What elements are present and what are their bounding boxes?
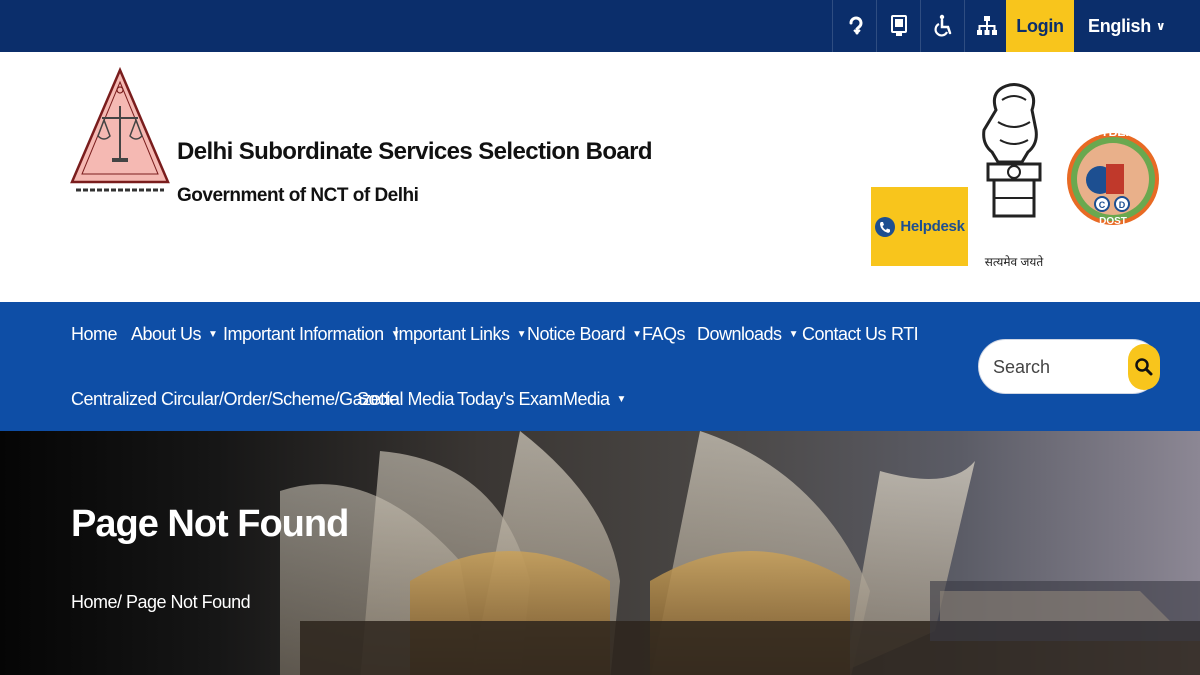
- search-icon: [1135, 358, 1153, 376]
- login-button[interactable]: Login: [1006, 0, 1074, 52]
- nav-item-contact-us[interactable]: Contact Us: [802, 324, 887, 345]
- top-utility-bar: Login English ∨: [0, 0, 1200, 52]
- organization-subtitle: Government of NCT of Delhi: [177, 185, 419, 206]
- cyber-logo-bottom-text: DOST: [1099, 216, 1127, 227]
- breadcrumb: Home/ Page Not Found: [71, 592, 251, 612]
- nav-item-label: Media: [563, 389, 610, 409]
- nav-item-media[interactable]: Media ▼: [563, 389, 626, 410]
- caret-down-icon: ▼: [788, 329, 799, 340]
- language-selector[interactable]: English ∨: [1076, 0, 1200, 52]
- nav-item-label: Downloads: [697, 324, 782, 344]
- nav-item-centralized-circular[interactable]: Centralized Circular/Order/Scheme/Gazett…: [71, 389, 399, 410]
- national-emblem: [982, 83, 1042, 218]
- nav-item-home[interactable]: Home: [71, 324, 118, 345]
- dsssb-logo[interactable]: [68, 66, 172, 196]
- svg-text:C: C: [1099, 200, 1106, 210]
- nav-item-label: Today's Exam: [457, 389, 563, 409]
- accessibility-button[interactable]: [920, 0, 964, 52]
- nav-item-label: Important Information: [223, 324, 384, 344]
- nav-item-label: Social Media: [357, 389, 455, 409]
- sitemap-button[interactable]: [964, 0, 1008, 52]
- helpdesk-banner[interactable]: Helpdesk: [871, 187, 968, 266]
- language-label: English: [1088, 15, 1151, 36]
- nav-item-faqs[interactable]: FAQs: [642, 324, 686, 345]
- nav-item-notice-board[interactable]: Notice Board ▼: [527, 324, 642, 345]
- caret-down-icon: ▼: [516, 329, 527, 340]
- chevron-down-icon: ∨: [1155, 19, 1166, 33]
- phone-icon: [875, 216, 896, 237]
- svg-text:D: D: [1119, 200, 1126, 210]
- screen-reader-button[interactable]: [832, 0, 876, 52]
- nav-item-important-links[interactable]: Important Links ▼: [394, 324, 526, 345]
- text-size-button[interactable]: [876, 0, 920, 52]
- nav-item-downloads[interactable]: Downloads ▼: [697, 324, 798, 345]
- search-button[interactable]: [1128, 344, 1160, 390]
- nav-item-label: FAQs: [642, 324, 686, 344]
- page-title: Page Not Found: [71, 503, 349, 545]
- nav-item-label: Important Links: [394, 324, 510, 344]
- emblem-motto: सत्यमेव जयते: [984, 255, 1044, 269]
- cyber-dost-logo[interactable]: CYBER C D DOST: [1066, 104, 1160, 254]
- site-header: Delhi Subordinate Services Selection Boa…: [0, 52, 1200, 302]
- lotus-temple-image: [280, 431, 1200, 675]
- nav-item-label: Contact Us: [802, 324, 887, 344]
- nav-item-todays-exam[interactable]: Today's Exam: [457, 389, 563, 410]
- caret-down-icon: ▼: [632, 329, 642, 340]
- organization-name: Delhi Subordinate Services Selection Boa…: [177, 138, 653, 165]
- search-input[interactable]: [993, 354, 1118, 380]
- nav-item-social-media[interactable]: Social Media: [357, 389, 455, 410]
- nav-item-rti[interactable]: RTI: [891, 324, 919, 345]
- nav-item-label: Notice Board: [527, 324, 626, 344]
- nav-item-label: RTI: [891, 324, 919, 344]
- hero-banner: Page Not Found Home/ Page Not Found: [0, 431, 1200, 675]
- login-label: Login: [1016, 15, 1064, 36]
- helpdesk-label: Helpdesk: [900, 218, 965, 235]
- text-size-icon: [890, 15, 907, 36]
- screen-reader-icon: [849, 16, 862, 35]
- caret-down-icon: ▼: [208, 329, 218, 340]
- sitemap-icon: [976, 16, 997, 35]
- nav-item-label: Home: [71, 324, 118, 344]
- accessibility-icon: [934, 14, 951, 37]
- nav-item-about-us[interactable]: About Us ▼: [131, 324, 218, 345]
- nav-item-label: Centralized Circular/Order/Scheme/Gazett…: [71, 389, 399, 409]
- cyber-logo-top-text: CYBER: [1092, 125, 1134, 139]
- nav-item-label: About Us: [131, 324, 202, 344]
- caret-down-icon: ▼: [616, 394, 627, 405]
- nav-item-important-information[interactable]: Important Information ▼: [223, 324, 401, 345]
